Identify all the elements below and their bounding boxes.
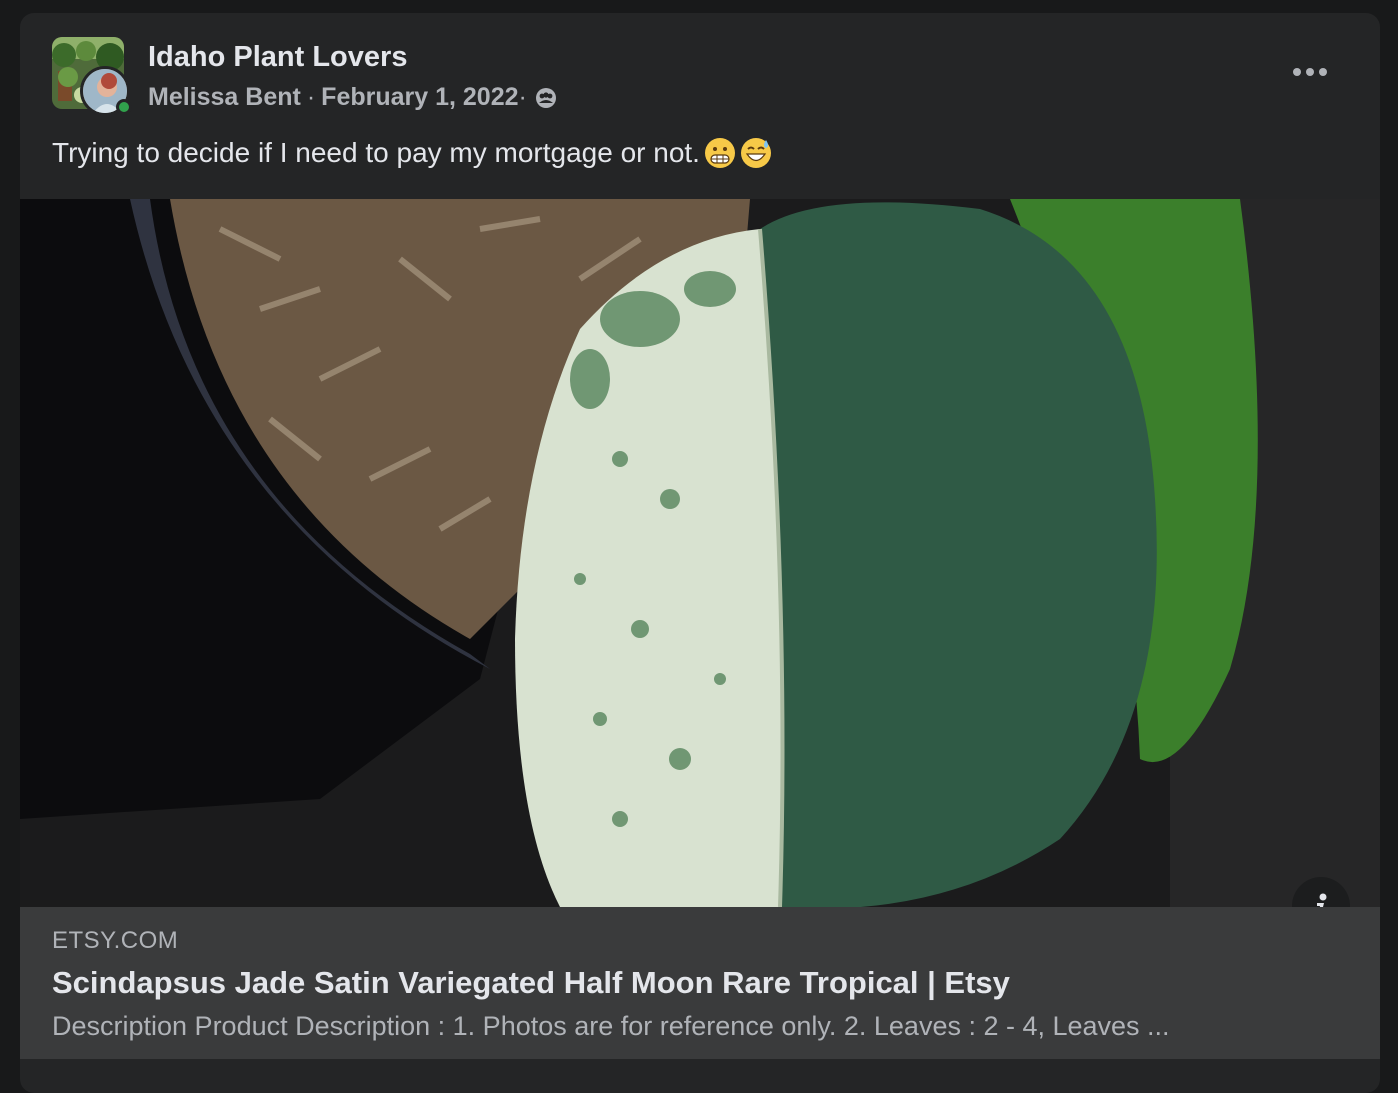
more-horizontal-icon bbox=[1293, 68, 1327, 76]
post-date[interactable]: February 1, 2022 bbox=[321, 83, 518, 112]
link-preview-image[interactable] bbox=[20, 199, 1380, 907]
link-description: Description Product Description : 1. Pho… bbox=[52, 1011, 1170, 1041]
post-card: Idaho Plant Lovers Melissa Bent · Februa… bbox=[20, 13, 1380, 1093]
group-name[interactable]: Idaho Plant Lovers bbox=[148, 41, 407, 74]
more-options-button[interactable] bbox=[1288, 57, 1332, 87]
post-message-text: Trying to decide if I need to pay my mor… bbox=[52, 137, 700, 168]
online-status-dot bbox=[116, 99, 132, 115]
author-name[interactable]: Melissa Bent bbox=[148, 83, 301, 112]
group-members-icon[interactable] bbox=[535, 87, 557, 109]
avatar-group[interactable] bbox=[52, 37, 132, 117]
grinning-sweat-emoji bbox=[740, 137, 772, 169]
grimacing-face-emoji bbox=[704, 137, 736, 169]
post-header: Idaho Plant Lovers Melissa Bent · Februa… bbox=[20, 13, 1380, 133]
date-separator: · bbox=[518, 83, 527, 111]
link-title[interactable]: Scindapsus Jade Satin Variegated Half Mo… bbox=[52, 965, 1010, 1001]
meta-separator: · bbox=[306, 83, 316, 111]
link-preview-footer[interactable]: ETSY.COM Scindapsus Jade Satin Variegate… bbox=[20, 907, 1380, 1059]
post-message: Trying to decide if I need to pay my mor… bbox=[52, 137, 772, 169]
post-meta: Melissa Bent · February 1, 2022 · bbox=[148, 83, 557, 112]
link-domain: ETSY.COM bbox=[52, 927, 179, 954]
